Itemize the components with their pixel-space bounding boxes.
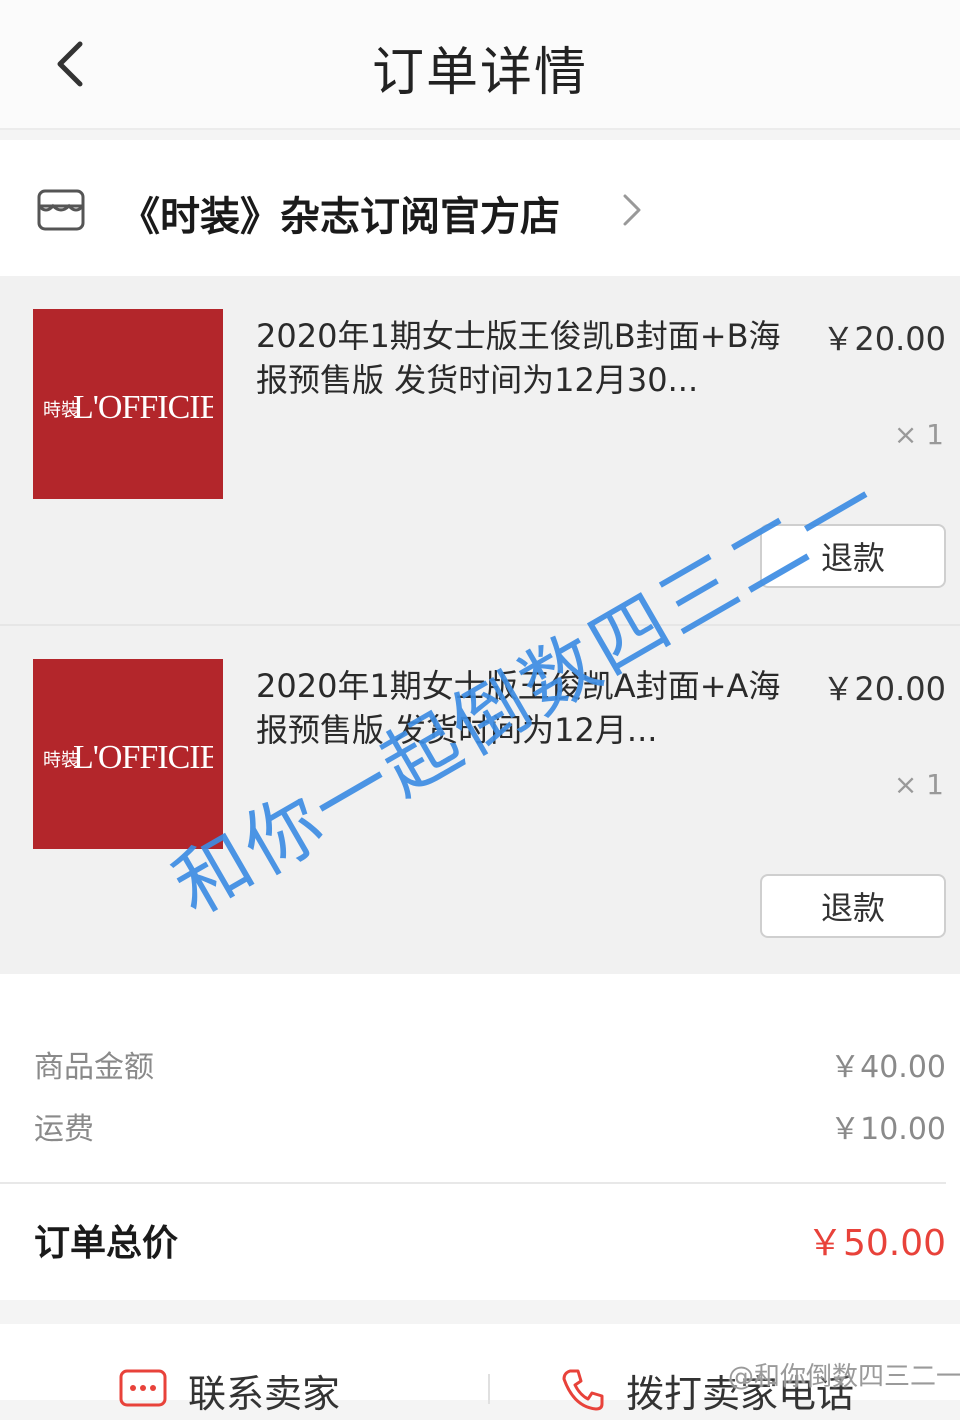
order-item[interactable]: 時裝 L'OFFICIEL 2020年1期女士版王俊凯B封面+B海报预售版 发货…: [0, 276, 960, 624]
shipping-label: 运费: [34, 1112, 94, 1147]
product-quantity: × 1: [893, 768, 944, 801]
order-total-value: ￥50.00: [806, 1223, 946, 1264]
summary-divider: [0, 1182, 946, 1184]
product-thumbnail: 時裝 L'OFFICIEL: [33, 659, 223, 849]
chat-icon: [119, 1369, 167, 1407]
refund-button[interactable]: 退款: [760, 874, 946, 938]
product-quantity: × 1: [893, 418, 944, 451]
magazine-logo-icon: 時裝 L'OFFICIEL: [43, 739, 213, 776]
nav-header: 订单详情: [0, 0, 960, 130]
page-title: 订单详情: [371, 43, 588, 103]
phone-icon: [562, 1369, 604, 1411]
product-title[interactable]: 2020年1期女士版王俊凯B封面+B海报预售版 发货时间为12月30...: [256, 314, 784, 402]
chevron-right-icon: [623, 194, 641, 226]
goods-amount-label: 商品金额: [34, 1050, 154, 1085]
order-item[interactable]: 時裝 L'OFFICIEL 2020年1期女士版王俊凯A封面+A海报预售版 发货…: [0, 626, 960, 974]
refund-button[interactable]: 退款: [760, 524, 946, 588]
product-price: ￥20.00: [822, 320, 946, 358]
contact-seller-button[interactable]: 联系卖家: [118, 1360, 340, 1420]
product-thumbnail: 時裝 L'OFFICIEL: [33, 309, 223, 499]
shipping-value: ￥10.00: [830, 1112, 946, 1147]
order-total-label: 订单总价: [34, 1223, 179, 1264]
weibo-watermark: @和你倒数四三二一: [728, 1362, 960, 1392]
product-price: ￥20.00: [822, 670, 946, 708]
svg-text:L'OFFICIEL: L'OFFICIEL: [73, 739, 213, 776]
contact-seller-label: 联系卖家: [188, 1371, 341, 1416]
shop-name[interactable]: 《时装》杂志订阅官方店: [120, 184, 560, 242]
shop-header[interactable]: 《时装》杂志订阅官方店: [0, 140, 960, 276]
order-summary: 商品金额 ￥40.00 运费 ￥10.00 订单总价 ￥50.00: [0, 974, 960, 1300]
magazine-logo-icon: 時裝 L'OFFICIEL: [43, 389, 213, 426]
store-icon: [37, 189, 85, 231]
svg-text:L'OFFICIEL: L'OFFICIEL: [73, 389, 213, 426]
goods-amount-value: ￥40.00: [830, 1050, 946, 1085]
product-title[interactable]: 2020年1期女士版王俊凯A封面+A海报预售版 发货时间为12月...: [256, 664, 784, 752]
